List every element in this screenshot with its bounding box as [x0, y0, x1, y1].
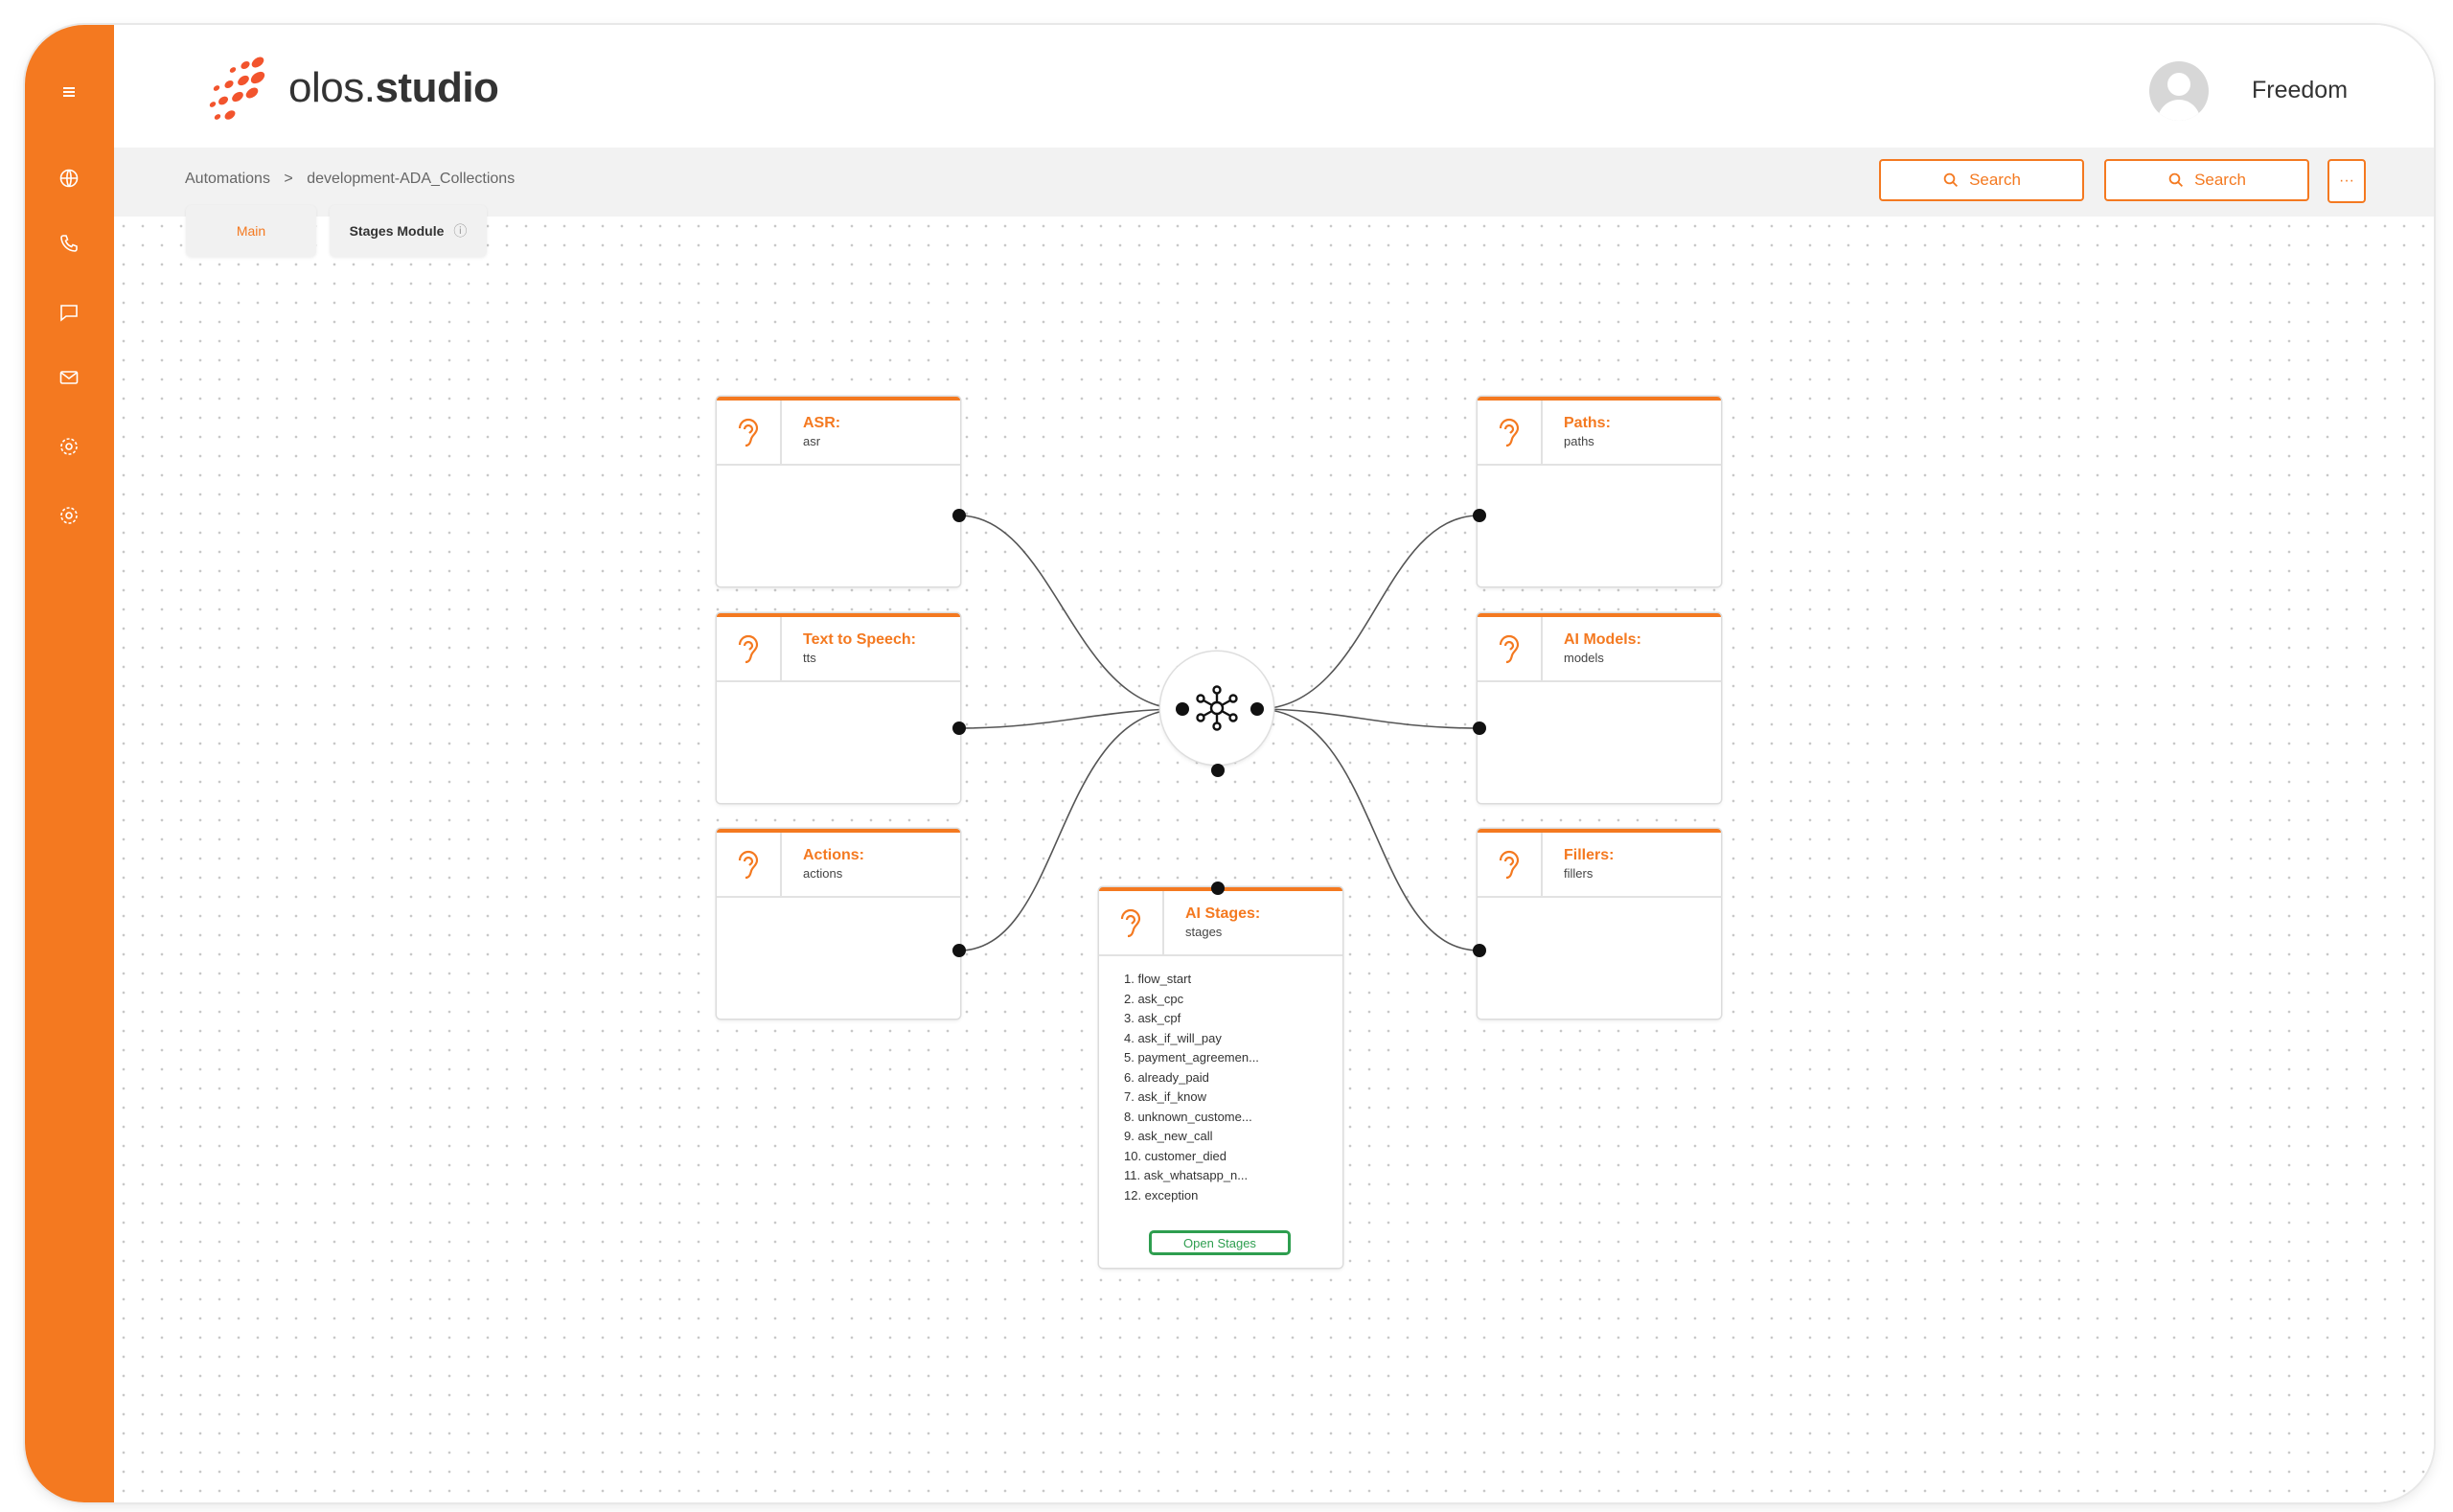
- ear-icon: [1499, 418, 1520, 447]
- list-item: 6. already_paid: [1124, 1069, 1209, 1085]
- node-title: Paths:: [1564, 415, 1611, 431]
- connector-dot[interactable]: [1473, 509, 1486, 522]
- node-subtitle: tts: [803, 651, 816, 665]
- gear-icon: [60, 438, 78, 455]
- node-paths[interactable]: Paths: paths: [1478, 397, 1721, 586]
- user-name[interactable]: Freedom: [2252, 77, 2348, 104]
- header: olos.studio Freedom: [114, 25, 2434, 148]
- connector-dot[interactable]: [1473, 722, 1486, 735]
- node-title: AI Stages:: [1185, 905, 1261, 922]
- search-label: Search: [2194, 171, 2246, 189]
- phone-icon: [60, 235, 78, 252]
- node-title: Actions:: [803, 847, 864, 863]
- sidebar-item-voice[interactable]: [50, 224, 88, 263]
- sidebar-item-chat[interactable]: [50, 293, 88, 332]
- node-asr[interactable]: ASR: asr: [717, 397, 960, 586]
- node-fillers[interactable]: Fillers: fillers: [1478, 829, 1721, 1019]
- info-icon[interactable]: ⓘ: [453, 221, 467, 241]
- list-item: 3. ask_cpf: [1124, 1011, 1181, 1025]
- search-label: Search: [1969, 171, 2021, 189]
- sidebar-item-web[interactable]: [50, 159, 88, 197]
- tab-stages-label: Stages Module: [349, 223, 445, 239]
- node-tts[interactable]: Text to Speech: tts: [717, 613, 960, 803]
- user-icon: [2157, 73, 2201, 121]
- connector-dot[interactable]: [1250, 702, 1264, 716]
- menu-button[interactable]: [50, 73, 88, 111]
- search-button-2[interactable]: Search: [2104, 159, 2309, 201]
- gear-icon: [60, 507, 78, 524]
- node-subtitle: actions: [803, 866, 843, 881]
- olos-logo-icon: [209, 57, 265, 120]
- ear-icon: [1120, 908, 1141, 938]
- connector-dot[interactable]: [952, 944, 966, 957]
- breadcrumb-current: development-ADA_Collections: [307, 171, 516, 187]
- node-actions[interactable]: Actions: actions: [717, 829, 960, 1019]
- flow-canvas[interactable]: [114, 217, 2434, 1502]
- hamburger-icon: [63, 87, 75, 97]
- ear-icon: [738, 850, 759, 880]
- node-subtitle: paths: [1564, 434, 1594, 448]
- open-stages-button[interactable]: Open Stages: [1149, 1230, 1291, 1255]
- connector-dot[interactable]: [952, 509, 966, 522]
- breadcrumb: Automations > development-ADA_Collection…: [185, 171, 524, 188]
- node-title: Text to Speech:: [803, 631, 916, 648]
- ear-icon: [738, 418, 759, 447]
- connector-dot[interactable]: [1211, 882, 1225, 895]
- tab-main[interactable]: Main: [186, 205, 316, 257]
- list-item: 2. ask_cpc: [1124, 991, 1184, 1006]
- network-hub-icon: [1196, 685, 1238, 731]
- ear-icon: [1499, 850, 1520, 880]
- node-models[interactable]: AI Models: models: [1478, 613, 1721, 803]
- list-item: 12. exception: [1124, 1187, 1199, 1203]
- tab-stages-module[interactable]: Stages Module ⓘ: [330, 205, 487, 257]
- breadcrumb-separator: >: [284, 171, 293, 187]
- node-title: AI Models:: [1564, 631, 1641, 648]
- search-button-1[interactable]: Search: [1879, 159, 2084, 201]
- chat-icon: [60, 305, 78, 322]
- node-title: ASR:: [803, 415, 841, 431]
- node-title: Fillers:: [1564, 847, 1615, 863]
- list-item: 1. flow_start: [1124, 972, 1192, 986]
- sidebar: [25, 25, 114, 1502]
- connector-dot[interactable]: [1473, 944, 1486, 957]
- node-subtitle: fillers: [1564, 866, 1593, 881]
- list-item: 10. customer_died: [1124, 1148, 1226, 1163]
- globe-icon: [59, 169, 79, 188]
- list-item: 4. ask_if_will_pay: [1124, 1030, 1222, 1045]
- search-icon: [2168, 172, 2184, 188]
- sidebar-item-settings[interactable]: [50, 427, 88, 466]
- ear-icon: [738, 634, 759, 664]
- node-subtitle: asr: [803, 434, 821, 448]
- connector-dot[interactable]: [1176, 702, 1189, 716]
- mail-icon: [59, 371, 79, 384]
- node-ai-stages[interactable]: AI Stages: stages 1. flow_start 2. ask_cp…: [1099, 887, 1342, 1268]
- sidebar-item-settings-2[interactable]: [50, 496, 88, 535]
- list-item: 8. unknown_custome...: [1124, 1109, 1252, 1124]
- breadcrumb-root[interactable]: Automations: [185, 171, 270, 187]
- more-options-button[interactable]: ···: [2327, 159, 2366, 203]
- stage-list: 1. flow_start 2. ask_cpc 3. ask_cpf 4. a…: [1099, 956, 1342, 1205]
- list-item: 7. ask_if_know: [1124, 1089, 1206, 1104]
- list-item: 5. payment_agreemen...: [1124, 1050, 1259, 1065]
- node-subtitle: stages: [1185, 925, 1223, 939]
- list-item: 11. ask_whatsapp_n...: [1124, 1168, 1249, 1182]
- list-item: 9. ask_new_call: [1124, 1129, 1213, 1143]
- logo-wordmark: olos.studio: [288, 64, 499, 111]
- avatar[interactable]: [2149, 61, 2209, 121]
- node-subtitle: models: [1564, 651, 1604, 665]
- tab-main-label: Main: [236, 223, 266, 239]
- sidebar-item-email[interactable]: [50, 358, 88, 397]
- ear-icon: [1499, 634, 1520, 664]
- connector-dot[interactable]: [1211, 764, 1225, 777]
- search-icon: [1943, 172, 1959, 188]
- connector-dot[interactable]: [952, 722, 966, 735]
